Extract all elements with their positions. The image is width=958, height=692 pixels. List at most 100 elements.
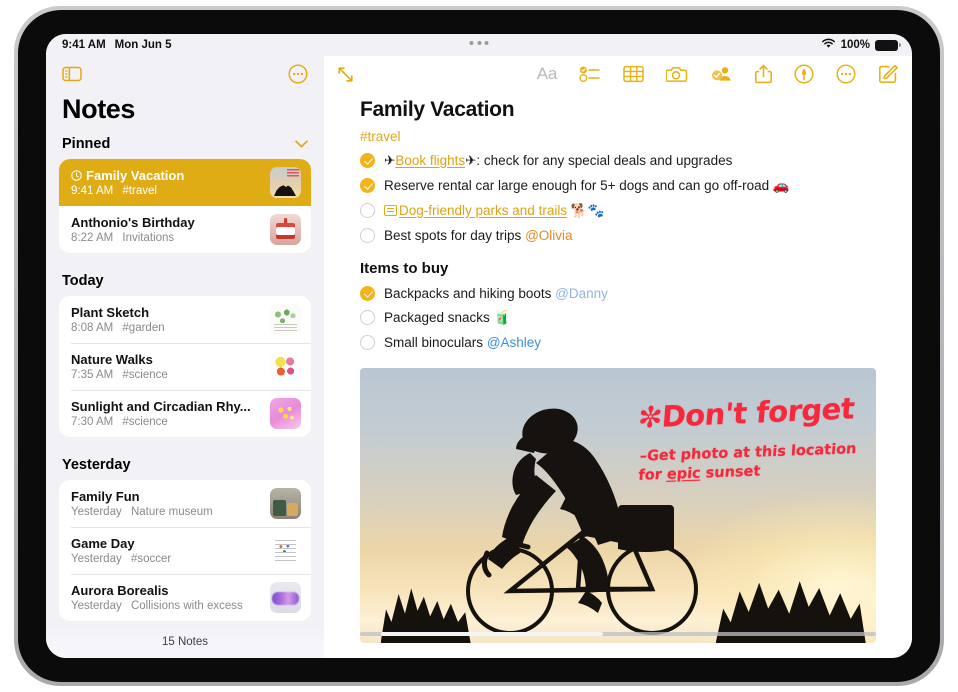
expand-diagonal-icon[interactable] xyxy=(336,65,355,84)
mention-olivia[interactable]: @Olivia xyxy=(525,228,572,243)
handwriting-note: –Get photo at this location for epic sun… xyxy=(638,440,857,486)
list-item[interactable]: Aurora Borealis Yesterday Collisions wit… xyxy=(59,574,311,621)
list-item[interactable]: Game Day Yesterday #soccer xyxy=(59,527,311,574)
mention-ashley[interactable]: @Ashley xyxy=(487,335,541,350)
share-button[interactable] xyxy=(755,64,772,84)
checklist-item-text: Reserve rental car large enough for 5+ d… xyxy=(384,176,876,196)
camera-button[interactable] xyxy=(666,65,688,83)
list-item[interactable]: Sunlight and Circadian Rhy... 7:30 AM #s… xyxy=(59,390,311,437)
checklist-item[interactable]: Best spots for day trips @Olivia xyxy=(360,223,876,247)
photo-scrollbar[interactable] xyxy=(360,632,876,636)
checklist-item-suffix: : check for any special deals and upgrad… xyxy=(476,152,733,168)
checkbox-unchecked[interactable] xyxy=(360,202,375,218)
note-thumbnail xyxy=(270,304,301,335)
checklist-item[interactable]: Dog-friendly parks and trails 🐕🐾 xyxy=(360,198,876,223)
note-thumbnail xyxy=(270,488,301,519)
cyclist-sunset-photo[interactable]: ✼Don't forget –Get photo at this locatio… xyxy=(360,368,876,643)
status-bar: 9:41 AM Mon Jun 5 100% xyxy=(46,34,912,56)
list-item-title: Aurora Borealis xyxy=(71,583,169,598)
note-link-text[interactable]: Dog-friendly parks and trails xyxy=(399,203,567,218)
checklist-item-label: Packaged snacks xyxy=(384,309,490,325)
juice-box-icon: 🧃 xyxy=(493,309,511,326)
compose-button[interactable] xyxy=(878,64,898,84)
checklist-item-text: Backpacks and hiking boots @Danny xyxy=(384,284,876,303)
scrollbar-thumb[interactable] xyxy=(380,632,603,636)
list-item-time: 9:41 AM xyxy=(71,185,114,197)
list-item[interactable]: Family Vacation 9:41 AM #travel xyxy=(59,159,311,206)
markup-button[interactable] xyxy=(794,64,814,84)
list-item-title: Nature Walks xyxy=(71,352,153,367)
list-item-detail: Invitations xyxy=(122,232,175,244)
checkbox-unchecked[interactable] xyxy=(360,309,375,325)
checklist-item-label: Backpacks and hiking boots xyxy=(384,285,552,301)
checkbox-checked[interactable] xyxy=(360,285,375,301)
notes-count-footer: 15 Notes xyxy=(46,626,324,658)
checkbox-unchecked[interactable] xyxy=(360,227,375,243)
checkbox-checked[interactable] xyxy=(360,177,375,193)
checklist-item-label: Small binoculars xyxy=(384,334,484,350)
collaborate-button[interactable] xyxy=(710,65,733,83)
note-content-scroll[interactable]: Family Vacation #travel ✈Book flights✈: … xyxy=(324,92,912,658)
checkbox-checked[interactable] xyxy=(360,152,375,168)
format-text-button[interactable]: Aa xyxy=(537,64,558,84)
sidebar-toolbar xyxy=(46,56,324,92)
checklist-button[interactable] xyxy=(579,65,601,83)
note-group-yesterday: Family Fun Yesterday Nature museum Game … xyxy=(59,480,311,621)
list-item-title: Plant Sketch xyxy=(71,305,150,320)
note-thumbnail xyxy=(270,167,301,198)
checklist-item[interactable]: Reserve rental car large enough for 5+ d… xyxy=(360,173,876,198)
list-item-title: Game Day xyxy=(71,536,135,551)
more-circle-icon[interactable] xyxy=(288,64,308,84)
section-title: Pinned xyxy=(62,136,111,152)
section-header-pinned[interactable]: Pinned xyxy=(59,131,311,159)
status-date: Mon Jun 5 xyxy=(114,39,172,51)
status-time: 9:41 AM xyxy=(62,39,106,51)
checkbox-unchecked[interactable] xyxy=(360,334,375,350)
list-item-time: 8:08 AM xyxy=(71,322,114,334)
note-thumbnail xyxy=(270,398,301,429)
list-item-detail: #science xyxy=(122,416,168,428)
note-thumbnail xyxy=(270,214,301,245)
pin-icon xyxy=(71,170,82,181)
chevron-down-icon[interactable] xyxy=(295,137,308,151)
multitasking-dots-icon[interactable] xyxy=(469,41,489,45)
checklist-item[interactable]: Backpacks and hiking boots @Danny xyxy=(360,281,876,305)
list-item-title: Family Fun xyxy=(71,489,140,504)
ipad-device-frame: 9:41 AM Mon Jun 5 100% Notes Pinned Fami… xyxy=(14,6,944,686)
checklist-item[interactable]: Small binoculars @Ashley xyxy=(360,330,876,354)
checklist-item-label: Reserve rental car large enough for 5+ d… xyxy=(384,177,770,193)
checklist-item[interactable]: Packaged snacks 🧃 xyxy=(360,305,876,330)
airplane-icon: ✈ xyxy=(465,152,477,169)
sidebar-toggle-icon[interactable] xyxy=(62,66,82,82)
list-item-detail: #travel xyxy=(122,185,157,197)
note-tag: #travel xyxy=(360,129,401,144)
section-header-today[interactable]: Today xyxy=(59,268,311,296)
table-button[interactable] xyxy=(623,65,644,83)
note-toolbar: Aa xyxy=(324,56,912,92)
note-group-today: Plant Sketch 8:08 AM #garden Nature Walk… xyxy=(59,296,311,437)
list-item-time: Yesterday xyxy=(71,506,122,518)
note-group-pinned: Family Vacation 9:41 AM #travel Anthonio… xyxy=(59,159,311,253)
list-item-detail: #garden xyxy=(122,322,165,334)
list-item-time: Yesterday xyxy=(71,553,122,565)
section-header-yesterday[interactable]: Yesterday xyxy=(59,452,311,480)
battery-full-icon xyxy=(875,39,901,51)
checklist-item[interactable]: ✈Book flights✈: check for any special de… xyxy=(360,148,876,173)
note-subheading: Items to buy xyxy=(360,260,449,277)
note-heading: Family Vacation xyxy=(360,98,515,121)
list-item[interactable]: Plant Sketch 8:08 AM #garden xyxy=(59,296,311,343)
checklist-item-text: ✈Book flights✈: check for any special de… xyxy=(384,151,876,171)
checklist-item-text: Best spots for day trips @Olivia xyxy=(384,226,876,245)
list-item[interactable]: Nature Walks 7:35 AM #science xyxy=(59,343,311,390)
more-button[interactable] xyxy=(836,64,856,84)
notes-list-scroll[interactable]: Pinned Family Vacation 9:41 AM #travel A… xyxy=(46,131,324,626)
mention-danny[interactable]: @Danny xyxy=(555,286,608,301)
list-item[interactable]: Family Fun Yesterday Nature museum xyxy=(59,480,311,527)
list-item[interactable]: Anthonio's Birthday 8:22 AM Invitations xyxy=(59,206,311,253)
checklist-item-text: Packaged snacks 🧃 xyxy=(384,308,876,328)
note-link-text[interactable]: Book flights xyxy=(395,153,465,168)
checklist-item-text: Dog-friendly parks and trails 🐕🐾 xyxy=(384,201,876,221)
car-icon: 🚗 xyxy=(772,177,790,194)
list-item-detail: Collisions with excess xyxy=(130,600,243,612)
list-item-title: Anthonio's Birthday xyxy=(71,215,195,230)
